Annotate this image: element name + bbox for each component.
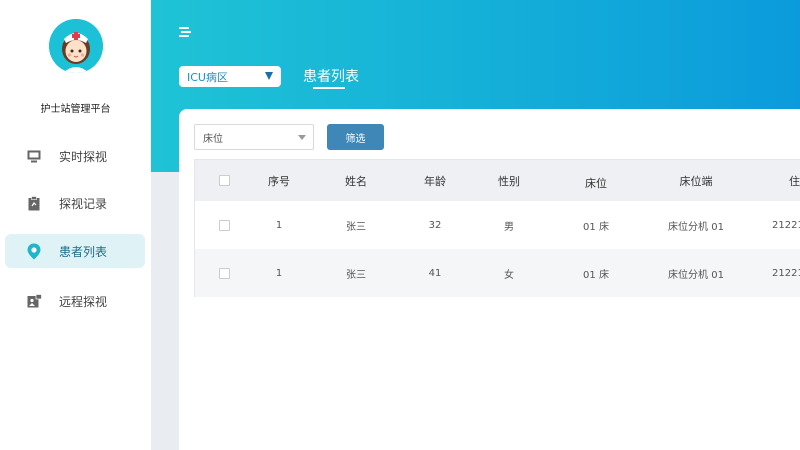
cell-age: 41 <box>428 267 442 279</box>
ward-select-value: ICU病区 <box>187 70 228 84</box>
cell-gender: 女 <box>504 269 514 281</box>
bed-select[interactable]: 床位 <box>194 124 314 150</box>
select-all-checkbox-cell <box>215 160 233 201</box>
monitor-icon <box>25 147 43 165</box>
table-header: 序号 姓名 年龄 性别 床位 床位端 住 <box>195 160 800 201</box>
sidebar-item-label: 探视记录 <box>59 196 108 211</box>
cell-bed: 01 床 <box>583 221 609 233</box>
sidebar-item-visit-records[interactable]: 探视记录 <box>5 186 145 220</box>
row-checkbox[interactable] <box>218 267 230 279</box>
column-header[interactable]: 姓名 <box>336 160 376 201</box>
row-checkbox-cell <box>215 249 233 297</box>
table-row[interactable]: 1 张三 32 男 01 床 床位分机 01 21221 <box>195 201 800 249</box>
cell-admission-no: 21221 <box>772 219 800 231</box>
column-header[interactable]: 住 <box>789 160 800 201</box>
menu-toggle-icon[interactable] <box>179 27 191 37</box>
ward-select[interactable]: ICU病区 <box>179 66 281 87</box>
column-header[interactable]: 性别 <box>489 160 529 201</box>
caret-down-icon <box>265 72 273 80</box>
cell-admission-no: 21221 <box>772 267 800 279</box>
video-call-icon <box>25 292 43 310</box>
bed-select-value: 床位 <box>203 133 223 145</box>
cell-bed-terminal: 床位分机 01 <box>668 221 724 233</box>
caret-down-icon <box>298 135 306 140</box>
location-pin-icon <box>25 242 43 260</box>
cell-gender: 男 <box>504 221 514 233</box>
cell-index: 1 <box>275 267 283 279</box>
patient-table: 序号 姓名 年龄 性别 床位 床位端 住 1 张三 32 男 01 床 床位分机… <box>194 159 800 297</box>
clipboard-icon <box>25 194 43 212</box>
cell-bed: 01 床 <box>583 269 609 281</box>
row-checkbox[interactable] <box>218 219 230 231</box>
sidebar-item-label: 远程探视 <box>59 294 108 309</box>
avatar[interactable] <box>49 19 103 73</box>
column-header[interactable]: 序号 <box>259 160 299 201</box>
cell-bed-terminal: 床位分机 01 <box>668 269 724 281</box>
column-header[interactable]: 床位端 <box>666 160 726 201</box>
filter-button[interactable]: 筛选 <box>327 124 384 150</box>
sidebar-item-patient-list[interactable]: 患者列表 <box>5 234 145 268</box>
content-background <box>151 172 179 450</box>
tab-patient-list[interactable]: 患者列表 <box>303 66 359 86</box>
nurse-avatar-icon <box>49 19 103 73</box>
cell-name: 张三 <box>346 221 366 233</box>
sidebar-item-label: 患者列表 <box>59 244 108 259</box>
select-all-checkbox[interactable] <box>218 175 230 186</box>
row-checkbox-cell <box>215 201 233 249</box>
sidebar-item-realtime-visit[interactable]: 实时探视 <box>5 139 145 173</box>
brand-title: 护士站管理平台 <box>40 104 111 115</box>
cell-name: 张三 <box>346 269 366 281</box>
cell-index: 1 <box>275 219 283 231</box>
column-header[interactable]: 年龄 <box>415 160 455 201</box>
tab-underline <box>313 87 345 89</box>
sidebar-item-remote-visit[interactable]: 远程探视 <box>5 284 145 318</box>
cell-age: 32 <box>428 219 442 231</box>
table-row[interactable]: 1 张三 41 女 01 床 床位分机 01 21221 <box>195 249 800 297</box>
sidebar-item-label: 实时探视 <box>59 149 108 164</box>
column-header[interactable]: 床位 <box>576 160 616 201</box>
sidebar: 护士站管理平台 实时探视 探视记录 患者列表 远程探视 <box>0 0 151 450</box>
